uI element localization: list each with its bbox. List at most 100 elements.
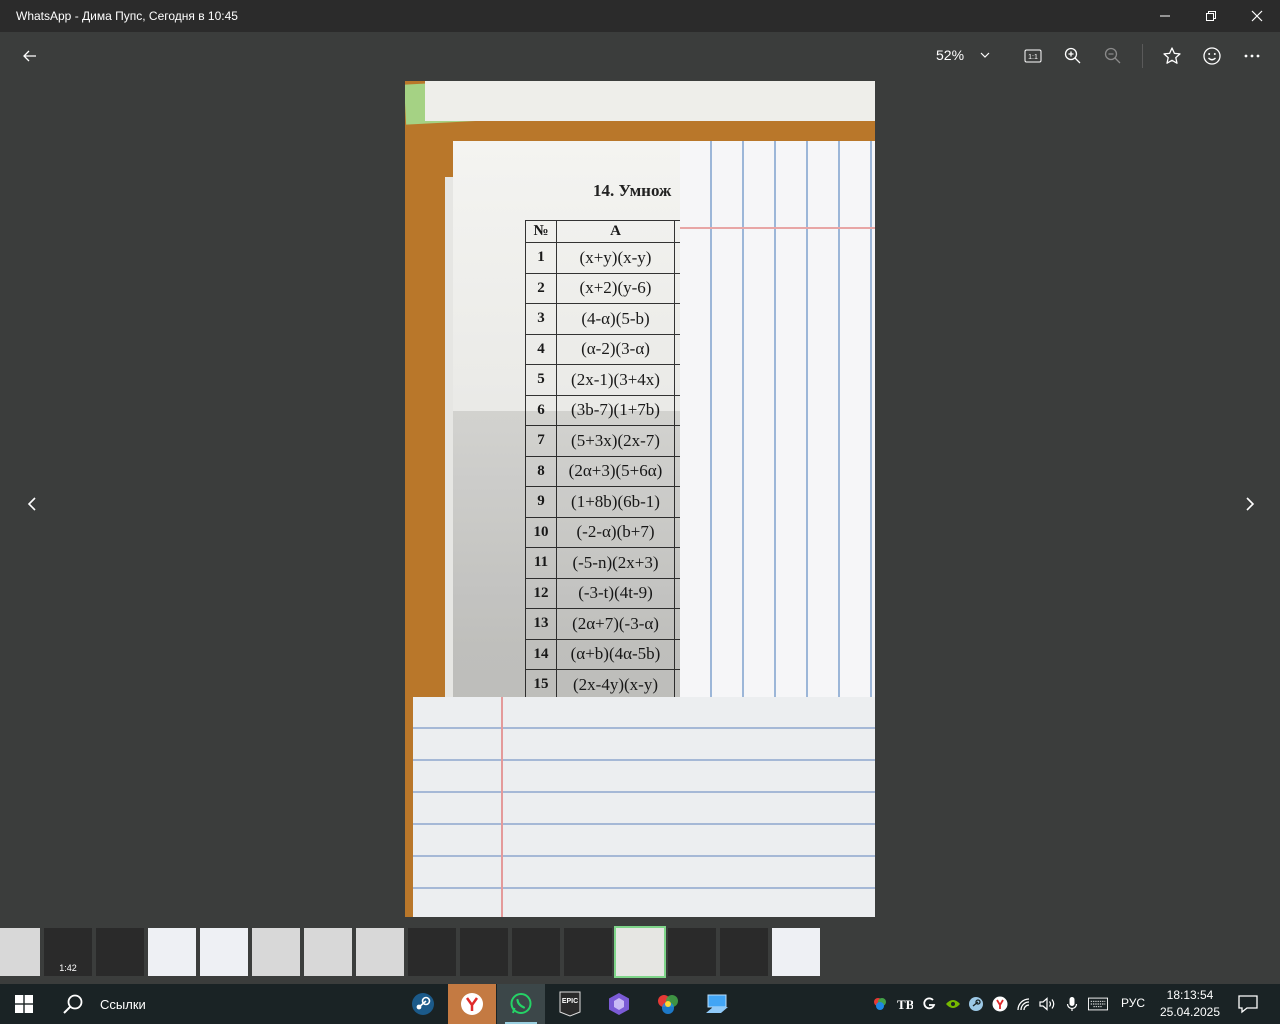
taskbar-yandex-browser[interactable] (448, 984, 496, 1024)
photo-viewer-window: WhatsApp - Дима Пупс, Сегодня в 10:45 52… (0, 0, 1280, 1024)
photo-image: 14. Умнож № А 1 (x+y)(x-y) 2 (x+2)(y-6) 3 (4-… (405, 81, 875, 917)
tray-g-app[interactable] (919, 994, 939, 1014)
tray-network[interactable] (1014, 994, 1034, 1014)
start-button[interactable] (0, 984, 48, 1024)
clock-time: 18:13:54 (1166, 988, 1214, 1002)
thumbnail-item[interactable] (512, 928, 560, 976)
svg-text:ТВ: ТВ (897, 997, 913, 1011)
actual-size-icon: 1:1 (1024, 49, 1042, 63)
thumbnail-item[interactable] (564, 928, 612, 976)
whatsapp-icon (510, 993, 532, 1014)
toolbar-divider (1142, 44, 1143, 68)
tray-keyboard[interactable] (1088, 994, 1108, 1014)
thumbnail-item[interactable]: 1:42 (44, 928, 92, 976)
back-button[interactable] (14, 42, 46, 70)
language-indicator[interactable]: РУС (1121, 996, 1145, 1010)
tray-color-app[interactable] (870, 994, 890, 1014)
thumbnail-item[interactable] (668, 928, 716, 976)
problem-expression: (x+2)(y-6) (556, 272, 675, 304)
table-row: 2 (x+2)(y-6) (525, 272, 705, 304)
tray-tv-app[interactable]: ТВ (895, 994, 915, 1014)
tv-app-icon: ТВ (897, 997, 913, 1011)
zoom-level-dropdown[interactable]: 52% (936, 47, 990, 63)
table-row: 5 (2x-1)(3+4x) (525, 364, 705, 396)
minimize-icon (1160, 15, 1170, 17)
taskbar-steam[interactable] (399, 984, 447, 1024)
next-image-button[interactable] (1236, 490, 1264, 518)
taskbar-epic-games[interactable]: EPIC (546, 984, 594, 1024)
thumbnail-strip: 1:42 (0, 926, 1280, 978)
minimize-button[interactable] (1142, 0, 1188, 32)
notebook-margin-line-vertical (501, 697, 503, 917)
problem-expression: (4-α)(5-b) (556, 303, 675, 335)
yandex-browser-icon (461, 993, 483, 1015)
favorite-button[interactable] (1160, 44, 1184, 68)
actual-size-button[interactable]: 1:1 (1021, 44, 1045, 68)
zoom-out-button[interactable] (1101, 44, 1125, 68)
thumbnail-item[interactable] (356, 928, 404, 976)
plastic-sleeve (425, 81, 875, 121)
zoom-out-icon (1104, 47, 1121, 64)
problem-number: 2 (525, 272, 557, 304)
thumbnail-item[interactable] (614, 926, 666, 978)
epic-games-icon: EPIC (559, 991, 581, 1017)
thumbnail-item[interactable] (0, 928, 40, 976)
header-column-a: А (556, 220, 675, 243)
more-options-button[interactable] (1240, 44, 1264, 68)
thumbnail-item[interactable] (148, 928, 196, 976)
search-icon (63, 994, 83, 1014)
arrow-left-icon (23, 50, 36, 62)
ellipsis-icon (1244, 54, 1260, 58)
restore-button[interactable] (1188, 0, 1234, 32)
table-header-row: № А (525, 220, 705, 243)
wifi-icon (1017, 998, 1030, 1011)
taskbar-remote-desktop[interactable] (693, 984, 741, 1024)
problem-expression: (2x-1)(3+4x) (556, 364, 675, 396)
thumbnail-duration: 1:42 (59, 963, 77, 973)
thumbnail-item[interactable] (252, 928, 300, 976)
worksheet-heading: 14. Умнож (593, 181, 672, 200)
tray-nvidia[interactable] (943, 994, 963, 1014)
problem-expression: (x+y)(x-y) (556, 242, 675, 274)
smiley-icon (1203, 47, 1221, 65)
thumbnail-item[interactable] (96, 928, 144, 976)
tray-microphone[interactable] (1062, 994, 1082, 1014)
thumbnail-item[interactable] (460, 928, 508, 976)
hexagon-app-icon (609, 993, 629, 1015)
taskbar-clock[interactable]: 18:13:54 25.04.2025 (1155, 987, 1225, 1021)
windows-logo-icon (15, 995, 33, 1013)
taskbar-search[interactable]: Ссылки (48, 984, 408, 1024)
title-bar: WhatsApp - Дима Пупс, Сегодня в 10:45 (0, 0, 1280, 32)
thumbnail-item[interactable] (304, 928, 352, 976)
taskbar-whatsapp[interactable] (497, 984, 545, 1024)
zoom-level-value: 52% (936, 47, 965, 63)
problem-number: 5 (525, 364, 557, 396)
thumbnail-item[interactable] (772, 928, 820, 976)
window-title: WhatsApp - Дима Пупс, Сегодня в 10:45 (16, 9, 238, 23)
problem-expression: (α-2)(3-α) (556, 333, 675, 365)
taskbar-hexagon-app[interactable] (595, 984, 643, 1024)
chevron-left-icon (27, 497, 36, 511)
problem-number: 3 (525, 303, 557, 335)
microphone-icon (1066, 997, 1078, 1011)
notification-center-button[interactable] (1236, 992, 1260, 1016)
close-button[interactable] (1234, 0, 1280, 32)
taskbar-color-app[interactable] (644, 984, 692, 1024)
notification-icon (1238, 995, 1258, 1014)
zoom-in-button[interactable] (1061, 44, 1085, 68)
thumbnail-item[interactable] (200, 928, 248, 976)
speaker-icon (1039, 997, 1055, 1011)
epic-label: EPIC (562, 998, 578, 1005)
tray-yandex[interactable] (990, 994, 1010, 1014)
remote-desktop-icon (706, 994, 728, 1013)
nvidia-icon (946, 1000, 960, 1008)
tray-volume[interactable] (1038, 994, 1058, 1014)
header-number: № (525, 220, 557, 243)
windows-taskbar: Ссылки EPIC ТВ РУС 18:13:54 25.04.2025 (0, 984, 1280, 1024)
reaction-button[interactable] (1200, 44, 1224, 68)
color-wheel-icon (658, 995, 678, 1014)
thumbnail-item[interactable] (408, 928, 456, 976)
thumbnail-item[interactable] (720, 928, 768, 976)
tray-steam[interactable] (966, 994, 986, 1014)
previous-image-button[interactable] (18, 490, 46, 518)
